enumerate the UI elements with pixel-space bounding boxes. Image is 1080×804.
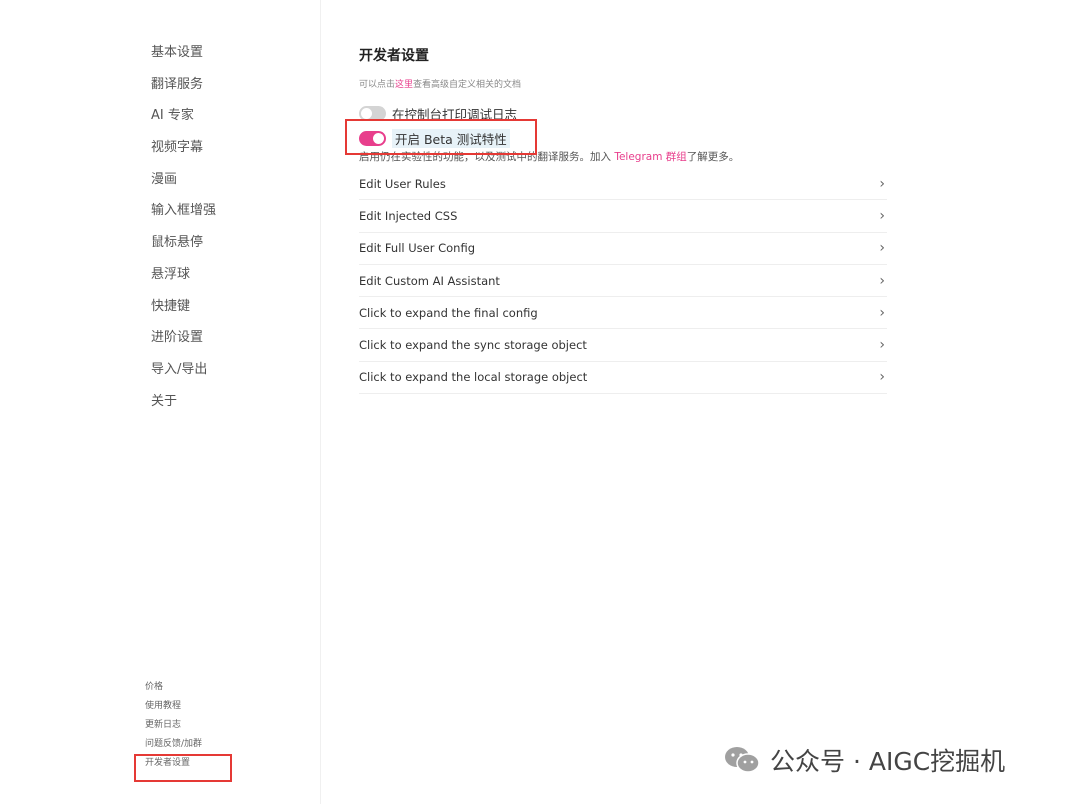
toggle-knob [361, 108, 372, 119]
chevron-right-icon: › [879, 240, 885, 257]
list-item-label: Click to expand the sync storage object [359, 338, 587, 353]
list-item-label: Click to expand the final config [359, 305, 538, 320]
sidebar-item-video-subtitles[interactable]: 视频字幕 [151, 137, 216, 169]
sidebar-item-shortcuts[interactable]: 快捷键 [151, 296, 216, 328]
highlight-box-beta-toggle [345, 119, 537, 155]
page-title: 开发者设置 [359, 48, 429, 64]
sidebar: 基本设置 翻译服务 AI 专家 视频字幕 漫画 输入框增强 鼠标悬停 悬浮球 快… [0, 0, 321, 804]
chevron-right-icon: › [879, 337, 885, 354]
description-suffix: 查看高级自定义相关的文档 [413, 80, 522, 90]
list-item-label: Click to expand the local storage object [359, 370, 588, 385]
sidebar-item-mouse-hover[interactable]: 鼠标悬停 [151, 232, 216, 264]
telegram-group-link[interactable]: Telegram 群组 [614, 151, 686, 163]
chevron-right-icon: › [879, 207, 885, 224]
sidebar-item-ai-expert[interactable]: AI 专家 [151, 105, 216, 137]
docs-link[interactable]: 这里 [395, 80, 413, 90]
edit-full-user-config-item[interactable]: Edit Full User Config › [359, 233, 887, 265]
expand-sync-storage-item[interactable]: Click to expand the sync storage object › [359, 329, 887, 362]
edit-injected-css-item[interactable]: Edit Injected CSS › [359, 200, 887, 233]
watermark-text: 公众号 · AIGC挖掘机 [770, 747, 1006, 776]
chevron-right-icon: › [879, 304, 885, 321]
edit-user-rules-item[interactable]: Edit User Rules › [359, 168, 887, 201]
sidebar-item-advanced[interactable]: 进阶设置 [151, 327, 216, 359]
footer-link-pricing[interactable]: 价格 [145, 680, 202, 699]
beta-description-suffix: 了解更多。 [686, 151, 740, 163]
sidebar-item-import-export[interactable]: 导入/导出 [151, 359, 216, 391]
page-description: 可以点击这里查看高级自定义相关的文档 [359, 77, 521, 90]
description-prefix: 可以点击 [359, 80, 396, 90]
chevron-right-icon: › [879, 369, 885, 386]
sidebar-item-translation-services[interactable]: 翻译服务 [151, 74, 216, 106]
list-item-label: Edit User Rules [359, 176, 446, 191]
developer-options-list: Edit User Rules › Edit Injected CSS › Edit… [359, 168, 887, 395]
sidebar-item-floating-ball[interactable]: 悬浮球 [151, 264, 216, 296]
highlight-box-developer-settings [134, 754, 232, 782]
expand-final-config-item[interactable]: Click to expand the final config › [359, 297, 887, 330]
list-item-label: Edit Custom AI Assistant [359, 273, 500, 288]
footer-link-tutorial[interactable]: 使用教程 [145, 699, 202, 718]
expand-local-storage-item[interactable]: Click to expand the local storage object… [359, 362, 887, 395]
sidebar-item-manga[interactable]: 漫画 [151, 169, 216, 201]
watermark: 公众号 · AIGC挖掘机 [722, 742, 1005, 778]
list-item-label: Edit Injected CSS [359, 208, 458, 223]
wechat-icon [725, 747, 760, 773]
sidebar-item-basic[interactable]: 基本设置 [151, 42, 216, 74]
edit-custom-ai-assistant-item[interactable]: Edit Custom AI Assistant › [359, 265, 887, 298]
sidebar-nav: 基本设置 翻译服务 AI 专家 视频字幕 漫画 输入框增强 鼠标悬停 悬浮球 快… [151, 42, 216, 422]
list-item-label: Edit Full User Config [359, 241, 476, 256]
chevron-right-icon: › [879, 175, 885, 192]
footer-link-changelog[interactable]: 更新日志 [145, 718, 202, 737]
sidebar-item-input-enhance[interactable]: 输入框增强 [151, 200, 216, 232]
chevron-right-icon: › [879, 272, 885, 289]
sidebar-item-about[interactable]: 关于 [151, 391, 216, 423]
